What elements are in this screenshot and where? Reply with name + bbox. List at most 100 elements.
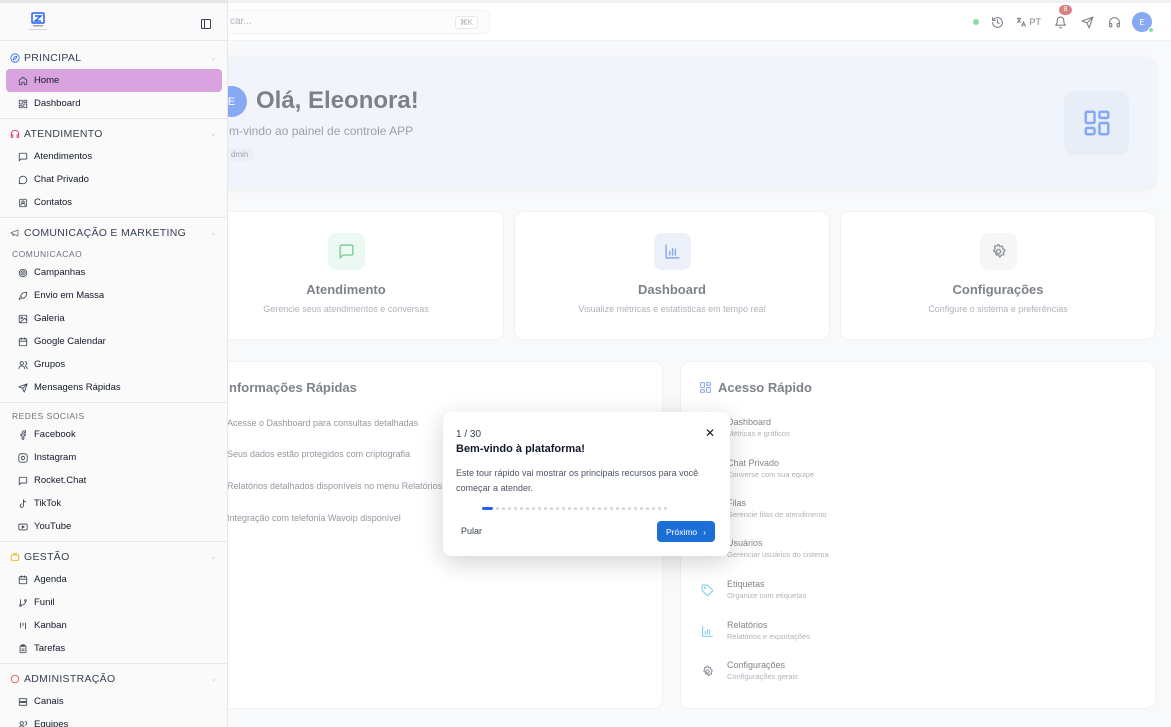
tour-dot <box>532 507 535 510</box>
sidebar-item-facebook[interactable]: Facebook <box>6 423 222 446</box>
section-label: ADMINISTRAÇÃO <box>24 672 116 685</box>
sidebar-collapse-icon[interactable] <box>200 17 212 29</box>
section-label: COMUNICAÇÃO E MARKETING <box>24 226 187 239</box>
sidebar-item-grupos[interactable]: Grupos <box>6 353 222 376</box>
divider <box>0 402 227 403</box>
image-icon <box>18 314 28 323</box>
tour-dot <box>508 507 511 510</box>
clipboard-icon <box>19 643 27 653</box>
sidebar-header <box>0 0 227 41</box>
nav-label: Rocket.Chat <box>34 475 87 486</box>
section-comunicacao-marketing[interactable]: COMUNICAÇÃO E MARKETING ⌄ <box>0 221 227 244</box>
sidebar-item-equipes[interactable]: Equipes <box>6 713 222 727</box>
sidebar-item-funil[interactable]: Funil <box>6 591 222 614</box>
tour-title: Bem-vindo à plataforma! <box>456 443 585 455</box>
sidebar-item-atendimentos[interactable]: Atendimentos <box>6 145 222 168</box>
subsection-redes-sociais: REDES SOCIAIS <box>12 411 85 421</box>
shield-icon <box>10 674 20 683</box>
chevron-down-icon: ⌄ <box>209 552 217 561</box>
next-button[interactable]: Próximo › <box>656 521 715 542</box>
sidebar-item-dashboard[interactable]: Dashboard <box>6 92 222 115</box>
sidebar-item-mensagens-rapidas[interactable]: Mensagens Rápidas <box>6 376 222 399</box>
section-atendimento[interactable]: ATENDIMENTO ⌄ <box>0 122 227 145</box>
briefcase-icon <box>10 552 20 561</box>
sidebar-item-instagram[interactable]: Instagram <box>6 446 222 469</box>
nav-label: Contatos <box>34 197 73 208</box>
tour-dot <box>634 507 637 510</box>
section-label: GESTÃO <box>24 550 70 563</box>
tour-progress-dots <box>482 507 670 510</box>
users-icon <box>18 360 28 369</box>
subsection-comunicacao: COMUNICACAO <box>12 249 83 259</box>
nav-label: Campanhas <box>34 267 86 278</box>
nav-label: Agenda <box>34 574 67 585</box>
section-administracao[interactable]: ADMINISTRAÇÃO ⌄ <box>0 667 227 690</box>
sidebar-item-galeria[interactable]: Galeria <box>6 307 222 330</box>
sidebar: PRINCIPAL ⌄ Home Dashboard ATENDIMENTO ⌄ A… <box>0 0 228 727</box>
calendar-icon <box>18 336 28 346</box>
sidebar-item-contatos[interactable]: Contatos <box>6 191 222 214</box>
next-label: Próximo <box>665 526 698 537</box>
sidebar-item-canais[interactable]: Canais <box>6 690 222 713</box>
section-gestao[interactable]: GESTÃO ⌄ <box>0 545 227 568</box>
nav-label: Galeria <box>34 313 65 324</box>
tour-dot <box>580 507 583 510</box>
message-circle-icon <box>18 175 28 184</box>
tour-body: Este tour rápido vai mostrar os principa… <box>456 468 699 493</box>
chevron-down-icon: ⌄ <box>209 129 217 138</box>
tour-dot <box>628 507 631 510</box>
sidebar-item-agenda[interactable]: Agenda <box>6 568 222 591</box>
chevron-down-icon: ⌄ <box>209 674 217 683</box>
tour-dot <box>646 507 649 510</box>
instagram-icon <box>18 452 28 463</box>
kanban-icon <box>20 622 26 629</box>
target-icon <box>18 268 28 277</box>
nav-label: Kanban <box>34 620 67 631</box>
nav-label: Facebook <box>34 429 76 440</box>
chevron-down-icon: ⌄ <box>209 53 217 62</box>
server-icon <box>18 697 28 706</box>
tour-dot <box>496 507 499 510</box>
divider <box>0 541 227 542</box>
close-icon[interactable]: ✕ <box>705 426 715 440</box>
section-label: ATENDIMENTO <box>24 127 103 140</box>
tour-dot <box>574 507 577 510</box>
nav-label: Grupos <box>34 359 66 370</box>
section-label: PRINCIPAL <box>24 51 82 64</box>
rocket-icon <box>18 291 28 300</box>
nav-label: Chat Privado <box>34 174 89 185</box>
tour-dot <box>562 507 565 510</box>
sidebar-item-tiktok[interactable]: TikTok <box>6 492 222 515</box>
sidebar-item-envio-massa[interactable]: Envio em Massa <box>6 284 222 307</box>
nav-label: Google Calendar <box>34 336 106 347</box>
sidebar-item-youtube[interactable]: YouTube <box>6 515 222 538</box>
sidebar-item-home[interactable]: Home <box>6 69 222 92</box>
divider <box>0 217 227 218</box>
tour-dot <box>622 507 625 510</box>
tour-dot <box>592 507 595 510</box>
nav-label: Canais <box>34 696 64 707</box>
sidebar-item-google-calendar[interactable]: Google Calendar <box>6 330 222 353</box>
sidebar-item-tarefas[interactable]: Tarefas <box>6 637 222 660</box>
nav-label: Dashboard <box>34 98 81 109</box>
nav-label: Funil <box>34 597 55 608</box>
tour-dot <box>658 507 661 510</box>
nav-label: Atendimentos <box>34 151 93 162</box>
tour-dot <box>604 507 607 510</box>
sidebar-item-chat-privado[interactable]: Chat Privado <box>6 168 222 191</box>
calendar-icon <box>18 574 28 584</box>
tour-dot <box>598 507 601 510</box>
section-principal[interactable]: PRINCIPAL ⌄ <box>0 46 227 69</box>
users-icon <box>18 720 28 727</box>
facebook-icon <box>20 429 26 440</box>
home-icon <box>18 76 28 85</box>
tour-dot <box>538 507 541 510</box>
tour-dot <box>550 507 553 510</box>
sidebar-item-campanhas[interactable]: Campanhas <box>6 261 222 284</box>
sidebar-item-kanban[interactable]: Kanban <box>6 614 222 637</box>
divider <box>0 118 227 119</box>
skip-button[interactable]: Pular <box>461 526 482 536</box>
chevron-down-icon: ⌄ <box>209 228 217 237</box>
sidebar-item-rocketchat[interactable]: Rocket.Chat <box>6 469 222 492</box>
nav-label: YouTube <box>34 521 72 532</box>
